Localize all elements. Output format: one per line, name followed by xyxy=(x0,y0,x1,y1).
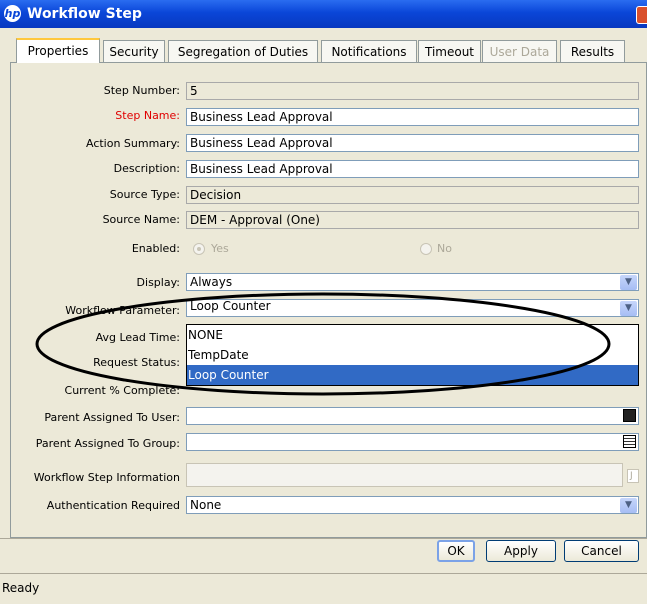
tab-properties[interactable]: Properties xyxy=(16,38,100,63)
source-type-label: Source Type: xyxy=(109,188,180,201)
workflow-step-info-field xyxy=(186,463,623,487)
tab-notifications[interactable]: Notifications xyxy=(321,40,417,62)
step-number-field: 5 xyxy=(186,82,639,100)
step-name-label: Step Name: xyxy=(115,109,180,122)
info-lookup-icon: J xyxy=(627,469,639,483)
request-status-label: Request Status: xyxy=(93,356,180,369)
workflow-step-window: hp Workflow Step Properties Security Seg… xyxy=(0,0,647,604)
enabled-yes-label: Yes xyxy=(211,242,229,255)
avg-lead-time-label: Avg Lead Time: xyxy=(95,331,180,344)
authentication-required-select[interactable]: None ▼ xyxy=(186,496,639,514)
source-name-field: DEM - Approval (One) xyxy=(186,211,639,229)
group-picker-icon[interactable] xyxy=(623,435,636,448)
tab-segregation-of-duties[interactable]: Segregation of Duties xyxy=(168,40,318,62)
chevron-down-icon[interactable]: ▼ xyxy=(620,498,637,513)
authentication-required-label: Authentication Required xyxy=(46,499,180,512)
parent-assigned-user-label: Parent Assigned To User: xyxy=(44,411,180,424)
parent-assigned-user-field[interactable] xyxy=(186,407,639,425)
workflow-step-info-label: Workflow Step Information xyxy=(33,471,180,484)
workflow-parameter-value: Loop Counter xyxy=(190,299,271,313)
cancel-button[interactable]: Cancel xyxy=(564,540,639,562)
display-value: Always xyxy=(190,275,233,289)
dropdown-option[interactable]: TempDate xyxy=(187,345,638,365)
enabled-no-radio[interactable] xyxy=(420,243,432,255)
chevron-down-icon[interactable]: ▼ xyxy=(620,301,637,316)
display-select[interactable]: Always ▼ xyxy=(186,273,639,291)
enabled-no-label: No xyxy=(437,242,452,255)
title-bar[interactable]: hp Workflow Step xyxy=(0,0,647,28)
parent-assigned-group-label: Parent Assigned To Group: xyxy=(35,437,180,450)
step-name-field[interactable]: Business Lead Approval xyxy=(186,108,639,126)
workflow-parameter-label: Workflow Parameter: xyxy=(65,304,180,317)
tab-timeout[interactable]: Timeout xyxy=(418,40,481,62)
action-summary-label: Action Summary: xyxy=(85,137,180,150)
user-picker-icon[interactable] xyxy=(623,409,636,422)
status-bar: Ready xyxy=(0,573,647,604)
tab-user-data: User Data xyxy=(482,40,557,62)
step-number-label: Step Number: xyxy=(103,84,180,97)
current-complete-label: Current % Complete: xyxy=(64,384,180,397)
tab-results[interactable]: Results xyxy=(560,40,625,62)
parent-assigned-group-field[interactable] xyxy=(186,433,639,451)
chevron-down-icon[interactable]: ▼ xyxy=(620,275,637,290)
dropdown-option[interactable]: NONE xyxy=(187,325,638,345)
description-label: Description: xyxy=(113,162,180,175)
authentication-required-value: None xyxy=(190,498,222,512)
status-text: Ready xyxy=(2,581,40,595)
hp-logo-icon: hp xyxy=(4,5,21,22)
dropdown-option-selected[interactable]: Loop Counter xyxy=(187,365,638,385)
ok-button[interactable]: OK xyxy=(437,540,475,562)
source-type-field: Decision xyxy=(186,186,639,204)
enabled-yes-radio[interactable] xyxy=(193,243,205,255)
window-title: Workflow Step xyxy=(27,6,142,22)
enabled-label: Enabled: xyxy=(131,242,180,255)
close-icon[interactable] xyxy=(636,6,647,24)
divider xyxy=(0,538,647,539)
action-summary-field[interactable]: Business Lead Approval xyxy=(186,134,639,152)
workflow-parameter-select[interactable]: Loop Counter ▼ xyxy=(186,299,639,317)
display-label: Display: xyxy=(136,276,180,289)
source-name-label: Source Name: xyxy=(102,213,180,226)
description-field[interactable]: Business Lead Approval xyxy=(186,160,639,178)
workflow-parameter-dropdown-list[interactable]: NONE TempDate Loop Counter xyxy=(186,324,639,386)
tab-security[interactable]: Security xyxy=(103,40,165,62)
apply-button[interactable]: Apply xyxy=(486,540,556,562)
